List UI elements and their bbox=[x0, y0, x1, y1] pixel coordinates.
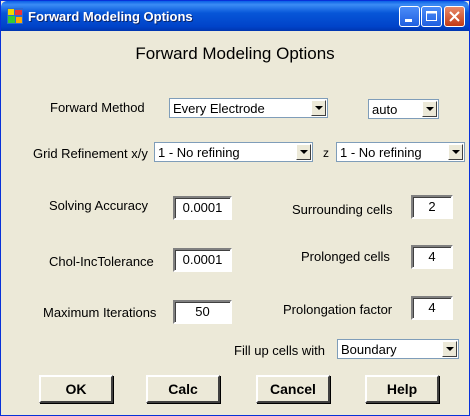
ok-button[interactable]: OK bbox=[39, 375, 113, 403]
chevron-down-icon[interactable] bbox=[448, 144, 463, 160]
maximize-icon bbox=[426, 11, 437, 21]
grid-refinement-z-value: 1 - No refining bbox=[340, 145, 422, 160]
prolonged-cells-label: Prolonged cells bbox=[301, 249, 390, 264]
chevron-down-icon[interactable] bbox=[311, 100, 326, 116]
chol-tolerance-input[interactable]: 0.0001 bbox=[173, 248, 232, 272]
grid-refinement-z-select[interactable]: 1 - No refining bbox=[336, 142, 465, 162]
surrounding-cells-label: Surrounding cells bbox=[292, 202, 393, 217]
chevron-down-icon[interactable] bbox=[442, 341, 457, 357]
maximize-button[interactable] bbox=[421, 6, 442, 27]
chevron-down-icon[interactable] bbox=[296, 144, 311, 160]
chevron-down-icon[interactable] bbox=[422, 101, 437, 117]
grid-z-label: z bbox=[323, 146, 329, 160]
forward-method-label: Forward Method bbox=[50, 100, 145, 115]
chol-tolerance-label: Chol-IncTolerance bbox=[49, 254, 154, 269]
forward-method-select[interactable]: Every Electrode bbox=[169, 98, 328, 118]
prolongation-factor-label: Prolongation factor bbox=[283, 302, 393, 317]
max-iterations-label: Maximum Iterations bbox=[43, 305, 157, 320]
fill-up-select[interactable]: Boundary bbox=[337, 339, 459, 359]
forward-mode-value: auto bbox=[372, 102, 398, 117]
prolongation-factor-input[interactable]: 4 bbox=[411, 296, 453, 320]
app-icon bbox=[7, 8, 23, 24]
solving-accuracy-input[interactable]: 0.0001 bbox=[173, 196, 232, 220]
fill-up-label: Fill up cells with bbox=[234, 343, 326, 358]
close-button[interactable] bbox=[444, 6, 465, 27]
minimize-button[interactable] bbox=[399, 6, 420, 27]
calc-button[interactable]: Calc bbox=[146, 375, 220, 403]
dialog-heading: Forward Modeling Options bbox=[135, 44, 335, 63]
forward-method-value: Every Electrode bbox=[173, 101, 265, 116]
cancel-button[interactable]: Cancel bbox=[256, 375, 330, 403]
minimize-icon bbox=[405, 19, 412, 22]
max-iterations-input[interactable]: 50 bbox=[173, 300, 232, 324]
help-button[interactable]: Help bbox=[365, 375, 439, 403]
solving-accuracy-label: Solving Accuracy bbox=[49, 198, 148, 213]
close-icon bbox=[449, 11, 460, 22]
surrounding-cells-input[interactable]: 2 bbox=[411, 195, 453, 219]
title-bar[interactable]: Forward Modeling Options bbox=[1, 1, 469, 31]
fill-up-value: Boundary bbox=[341, 342, 397, 357]
grid-refinement-xy-value: 1 - No refining bbox=[158, 145, 240, 160]
window-title: Forward Modeling Options bbox=[28, 9, 193, 24]
dialog-window: Forward Modeling Options Forward Modelin… bbox=[0, 0, 470, 416]
grid-refinement-label: Grid Refinement x/y bbox=[33, 146, 148, 161]
forward-mode-select[interactable]: auto bbox=[368, 99, 439, 119]
grid-refinement-xy-select[interactable]: 1 - No refining bbox=[154, 142, 313, 162]
prolonged-cells-input[interactable]: 4 bbox=[411, 245, 453, 269]
